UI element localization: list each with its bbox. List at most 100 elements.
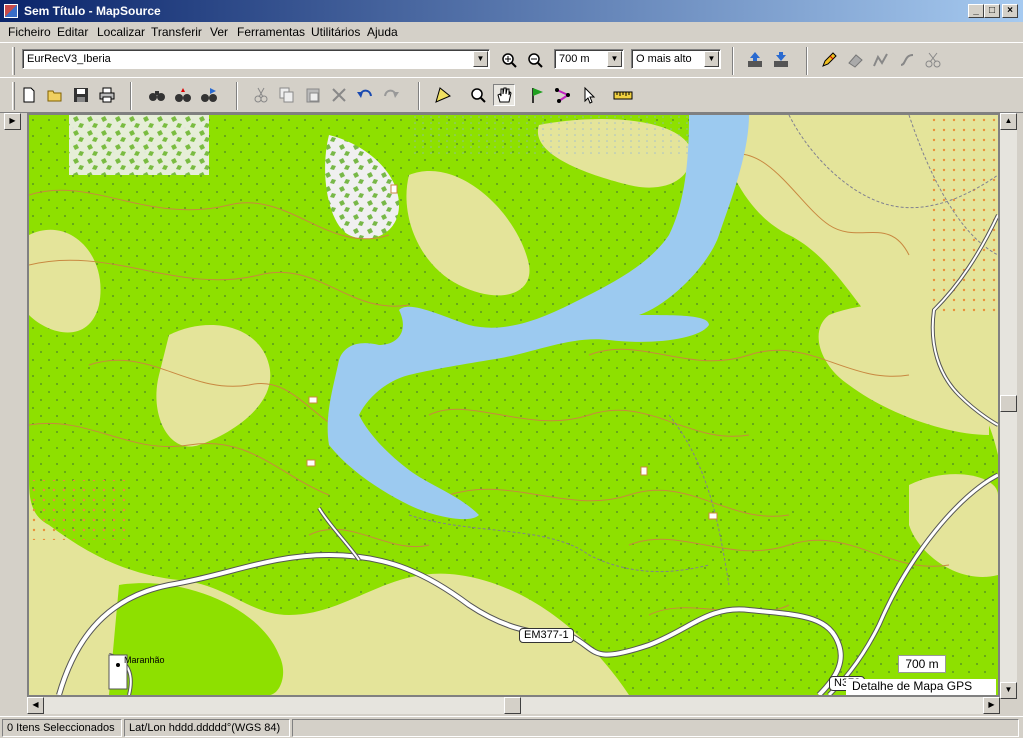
vertical-scroll-thumb[interactable] (1000, 395, 1017, 412)
app-icon[interactable] (4, 4, 18, 18)
chevron-down-icon[interactable]: ▼ (473, 51, 488, 67)
toolbar-grip[interactable] (12, 47, 15, 75)
save-icon (74, 88, 88, 102)
send-to-device-icon (748, 52, 762, 67)
orchard-area (29, 480, 129, 540)
menu-ficheiro[interactable]: Ficheiro (8, 25, 51, 39)
toolbar-separator (130, 82, 132, 110)
status-selected-count: 0 Itens Seleccionados (2, 719, 122, 737)
save-button[interactable] (70, 84, 92, 106)
route-icon (900, 54, 914, 66)
receive-from-device-button[interactable] (770, 49, 792, 71)
toolbar-separator (418, 82, 420, 110)
maximize-button[interactable]: □ (984, 4, 1000, 18)
minimize-button[interactable]: _ (968, 4, 984, 18)
toolbar-separator (732, 47, 734, 75)
map-tool-button[interactable] (432, 84, 454, 106)
detail-level-select[interactable]: O mais alto ▼ (631, 49, 721, 69)
orchard-area (929, 115, 998, 315)
horizontal-scrollbar[interactable]: ◀ ▶ (27, 697, 1000, 714)
delete-button[interactable] (328, 84, 350, 106)
toolbar-grip[interactable] (12, 82, 15, 110)
eraser-icon (848, 54, 863, 68)
menu-ferramentas[interactable]: Ferramentas (237, 25, 305, 39)
place-label-maranhao: Maranhão (124, 655, 165, 665)
zoom-in-button[interactable] (498, 49, 520, 71)
status-bar: 0 Itens Seleccionados Lat/Lon hddd.ddddd… (0, 716, 1023, 738)
new-file-button[interactable] (18, 84, 40, 106)
distance-tool-button[interactable] (612, 84, 634, 106)
pencil-tool-button[interactable] (818, 49, 840, 71)
delete-icon (332, 88, 346, 102)
copy-icon (279, 87, 294, 103)
status-empty-panel (292, 719, 1019, 737)
track-icon (873, 53, 888, 67)
menu-ajuda[interactable]: Ajuda (367, 25, 398, 39)
status-coordinate-format: Lat/Lon hddd.ddddd°(WGS 84) (124, 719, 290, 737)
hand-icon (497, 87, 512, 103)
undo-icon (357, 89, 372, 98)
cut-button[interactable] (250, 84, 272, 106)
map-canvas[interactable] (29, 115, 998, 695)
redo-icon (384, 89, 399, 98)
zoom-in-icon (502, 53, 517, 68)
menu-transferir[interactable]: Transferir (151, 25, 202, 39)
undo-button[interactable] (354, 84, 376, 106)
scroll-right-button[interactable]: ▶ (983, 697, 1000, 714)
pan-tool-button[interactable] (493, 84, 515, 106)
rocky-area (69, 115, 209, 175)
scroll-left-button[interactable]: ◀ (27, 697, 44, 714)
chevron-down-icon[interactable]: ▼ (607, 51, 622, 67)
vertical-scrollbar[interactable]: ▲ ▼ (1000, 113, 1017, 699)
menu-editar[interactable]: Editar (57, 25, 88, 39)
map-product-select[interactable]: EurRecV3_Iberia ▼ (22, 49, 490, 69)
flag-icon (532, 88, 543, 103)
ruler-icon (613, 91, 633, 100)
menu-localizar[interactable]: Localizar (97, 25, 145, 39)
sidebar-toggle-button[interactable]: ▶ (4, 113, 21, 130)
copy-button[interactable] (276, 84, 298, 106)
close-button[interactable]: × (1002, 4, 1018, 18)
print-button[interactable] (96, 84, 118, 106)
chevron-down-icon[interactable]: ▼ (704, 51, 719, 67)
toolbar-standard (0, 77, 1023, 113)
pencil-icon (822, 52, 837, 67)
horizontal-scroll-thumb[interactable] (504, 697, 521, 714)
eraser-tool-button[interactable] (844, 49, 866, 71)
scroll-down-button[interactable]: ▼ (1000, 682, 1017, 699)
route-create-button[interactable] (552, 84, 574, 106)
title-bar: Sem Título - MapSource _ □ × (0, 0, 1023, 22)
open-file-button[interactable] (44, 84, 66, 106)
window-title: Sem Título - MapSource (24, 4, 161, 18)
split-tool-button[interactable] (922, 49, 944, 71)
map-scale: 700 m (898, 655, 946, 673)
find-button[interactable] (146, 84, 168, 106)
zoom-out-button[interactable] (524, 49, 546, 71)
marsh-area (409, 115, 709, 155)
printer-icon (99, 87, 115, 103)
waypoint-tool-button[interactable] (526, 84, 548, 106)
selection-tool-button[interactable] (578, 84, 600, 106)
menu-utilitarios[interactable]: Utilitários (311, 25, 360, 39)
menu-ver[interactable]: Ver (210, 25, 228, 39)
paste-button[interactable] (302, 84, 324, 106)
find-nearest-button[interactable] (172, 84, 194, 106)
redo-button[interactable] (380, 84, 402, 106)
new-file-icon (23, 87, 35, 103)
zoom-scale-select[interactable]: 700 m ▼ (554, 49, 624, 69)
send-to-device-button[interactable] (744, 49, 766, 71)
find-places-button[interactable] (198, 84, 220, 106)
toolbar-separator (236, 82, 238, 110)
track-tool-button[interactable] (870, 49, 892, 71)
route-points-icon (555, 88, 571, 103)
binoculars-icon (149, 91, 165, 101)
scroll-up-button[interactable]: ▲ (1000, 113, 1017, 130)
route-tool-button[interactable] (896, 49, 918, 71)
scissors-icon (925, 52, 941, 68)
map-view[interactable]: Maranhão EM377-1 N372 (27, 113, 1000, 697)
find-nearest-icon (175, 88, 191, 102)
map-detail-label: Detalhe de Mapa GPS (846, 679, 996, 695)
zoom-tool-button[interactable] (466, 84, 488, 106)
receive-from-device-icon (774, 52, 788, 67)
folder-open-icon (47, 90, 62, 102)
